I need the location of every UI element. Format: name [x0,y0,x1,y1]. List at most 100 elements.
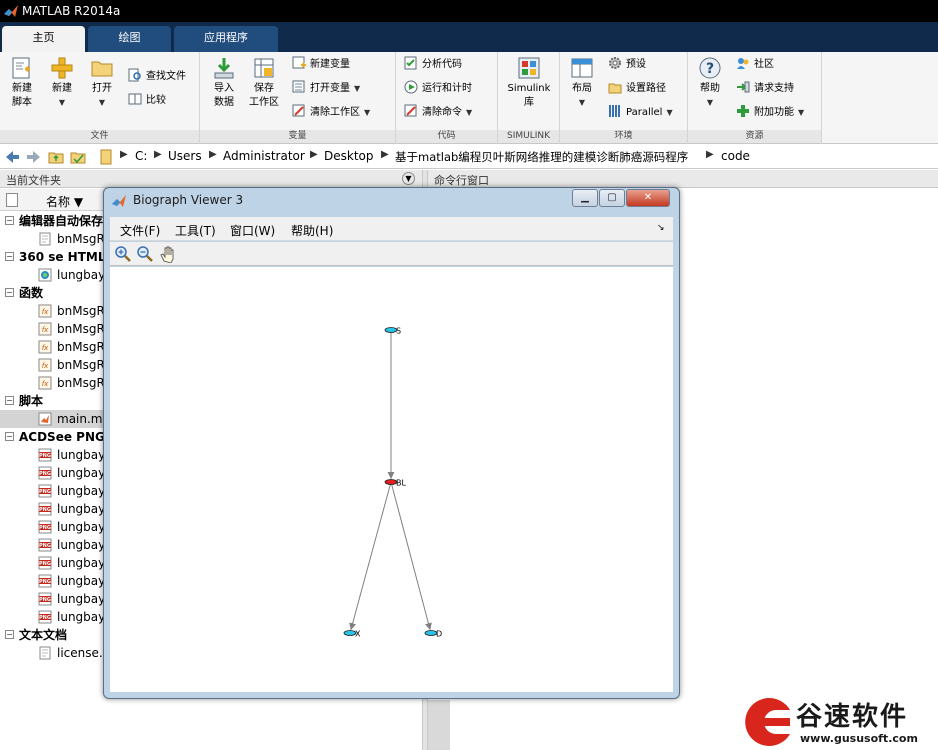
tab-plots[interactable]: 绘图 [88,26,171,52]
browse-folder-icon[interactable] [70,149,86,165]
find-files-button[interactable]: 查找文件 [128,68,186,86]
help-dropdown-icon[interactable]: ▼ [707,98,713,107]
save-workspace-icon [254,58,274,78]
path-separator: ▶ [381,149,389,160]
clear-commands-dropdown-icon[interactable]: ▼ [466,108,472,117]
up-folder-icon[interactable] [48,149,64,165]
file-name: lungbay [57,520,106,534]
collapse-icon[interactable]: − [5,216,14,225]
new-script-button[interactable]: 新建 脚本 [2,56,42,110]
compare-label: 比较 [146,95,166,106]
ribbon: 新建 脚本 新建 ▼ 打开 ▼ 查找文件 比较 文件 导入 数据 保存 工作区 … [0,52,938,144]
clear-workspace-dropdown-icon[interactable]: ▼ [364,108,370,117]
clear-commands-icon [404,104,417,117]
group-file-label: 文件 [0,130,199,143]
run-and-time-button[interactable]: 运行和计时 [404,80,472,98]
breadcrumb-users[interactable]: Users [168,149,202,163]
tab-home[interactable]: 主页 [2,26,85,52]
file-name: bnMsgR [57,358,105,372]
text-file-icon [39,232,51,246]
collapse-icon[interactable]: − [5,288,14,297]
help-label: 帮助 [700,83,720,94]
layout-button[interactable]: 布局 ▼ [562,56,602,110]
breadcrumb-code[interactable]: code [721,149,750,163]
graph-node-label: D [436,630,442,639]
save-workspace-button[interactable]: 保存 工作区 [244,56,284,110]
parallel-dropdown-icon[interactable]: ▼ [666,108,672,117]
file-group-label: 编辑器自动保存 [19,214,104,228]
close-button[interactable]: ✕ [626,189,670,207]
collapse-icon[interactable]: − [5,252,14,261]
menu-tools[interactable]: 工具(T) [175,222,216,239]
set-path-icon [608,83,622,94]
file-name: lungbay [57,610,106,624]
ribbon-tabs: 主页 绘图 应用程序 [0,22,938,52]
panel-actions-icon[interactable]: ▼ [402,172,415,185]
dock-arrow-icon[interactable]: ↘ [657,223,665,233]
path-separator: ▶ [120,149,128,160]
compare-button[interactable]: 比较 [128,92,166,110]
watermark-name: 谷速软件 [796,702,909,732]
graph-canvas[interactable]: S BL X D [110,267,673,692]
addons-dropdown-icon[interactable]: ▼ [798,108,804,117]
hand-pan-icon[interactable] [159,245,177,263]
request-support-button[interactable]: 请求支持 [736,80,794,98]
clear-commands-button[interactable]: 清除命令 ▼ [404,104,472,122]
layout-dropdown-icon[interactable]: ▼ [579,98,585,107]
open-variable-button[interactable]: 打开变量 ▼ [292,80,360,98]
graph-node-label: BL [396,479,406,488]
menu-help[interactable]: 帮助(H) [291,222,333,239]
new-variable-icon [292,56,306,69]
import-data-button[interactable]: 导入 数据 [204,56,244,110]
svg-text:PNG: PNG [39,561,51,567]
collapse-icon[interactable]: − [5,396,14,405]
breadcrumb-drive[interactable]: C: [135,149,147,163]
graph-edge-BL-D [391,483,432,631]
path-separator: ▶ [706,149,714,160]
find-files-label: 查找文件 [146,71,186,82]
open-dropdown-icon[interactable]: ▼ [99,98,105,107]
clear-workspace-button[interactable]: 清除工作区 ▼ [292,104,370,122]
graph-edge-BL-X [349,483,391,631]
zoom-in-icon[interactable] [114,245,132,263]
import-data-icon [214,58,234,79]
group-environment-label: 环境 [560,130,687,143]
new-script-label: 新建 脚本 [12,83,32,108]
simulink-library-button[interactable]: Simulink 库 [504,56,554,110]
menu-window[interactable]: 窗口(W) [230,222,275,239]
svg-text:PNG: PNG [39,453,51,459]
forward-icon[interactable] [26,149,42,165]
svg-text:PNG: PNG [39,489,51,495]
open-label: 打开 [92,83,112,94]
menu-file[interactable]: 文件(F) [120,222,160,239]
minimize-button[interactable]: ▁ [572,189,598,207]
breadcrumb-administrator[interactable]: Administrator [223,149,305,163]
addons-button[interactable]: 附加功能 ▼ [736,104,804,122]
preferences-button[interactable]: 预设 [608,56,646,74]
open-variable-dropdown-icon[interactable]: ▼ [354,84,360,93]
svg-text:fx: fx [42,308,49,316]
png-file-icon: PNG [38,502,52,516]
name-column-label[interactable]: 名称 ▼ [46,193,83,210]
new-dropdown-icon[interactable]: ▼ [59,98,65,107]
help-button[interactable]: ? 帮助 ▼ [690,56,730,110]
collapse-icon[interactable]: − [5,432,14,441]
breadcrumb-project[interactable]: 基于matlab编程贝叶斯网络推理的建模诊断肺癌源码程序 [395,149,688,165]
file-name: lungbay [57,484,106,498]
back-icon[interactable] [4,149,20,165]
analyze-code-button[interactable]: 分析代码 [404,56,462,74]
zoom-out-icon[interactable] [136,245,154,263]
breadcrumb-desktop[interactable]: Desktop [324,149,374,163]
new-button[interactable]: 新建 ▼ [42,56,82,110]
tab-apps[interactable]: 应用程序 [174,26,278,52]
graph-node-label: S [396,327,401,336]
new-variable-button[interactable]: 新建变量 [292,56,350,74]
collapse-icon[interactable]: − [5,630,14,639]
set-path-button[interactable]: 设置路径 [608,80,666,98]
file-group-label: 360 se HTML [19,250,106,264]
open-button[interactable]: 打开 ▼ [82,56,122,110]
maximize-button[interactable]: ▢ [599,189,625,207]
community-button[interactable]: 社区 [736,56,774,74]
parallel-button[interactable]: Parallel ▼ [608,104,673,122]
script-file-icon [38,412,52,426]
